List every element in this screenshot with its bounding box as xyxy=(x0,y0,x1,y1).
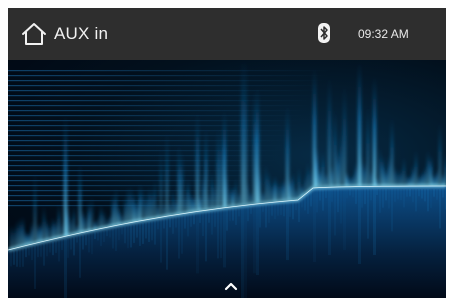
source-title: AUX in xyxy=(54,24,109,43)
bluetooth-icon xyxy=(318,23,330,43)
clock: 09:32 AM xyxy=(358,27,409,41)
media-screen: AUX in 09:32 AM xyxy=(8,8,446,298)
chevron-up-icon[interactable] xyxy=(223,280,239,292)
home-button[interactable] xyxy=(20,22,48,46)
home-icon xyxy=(22,23,46,45)
status-bar: AUX in 09:32 AM xyxy=(8,8,446,60)
audio-spectrum-visualizer xyxy=(8,60,446,298)
